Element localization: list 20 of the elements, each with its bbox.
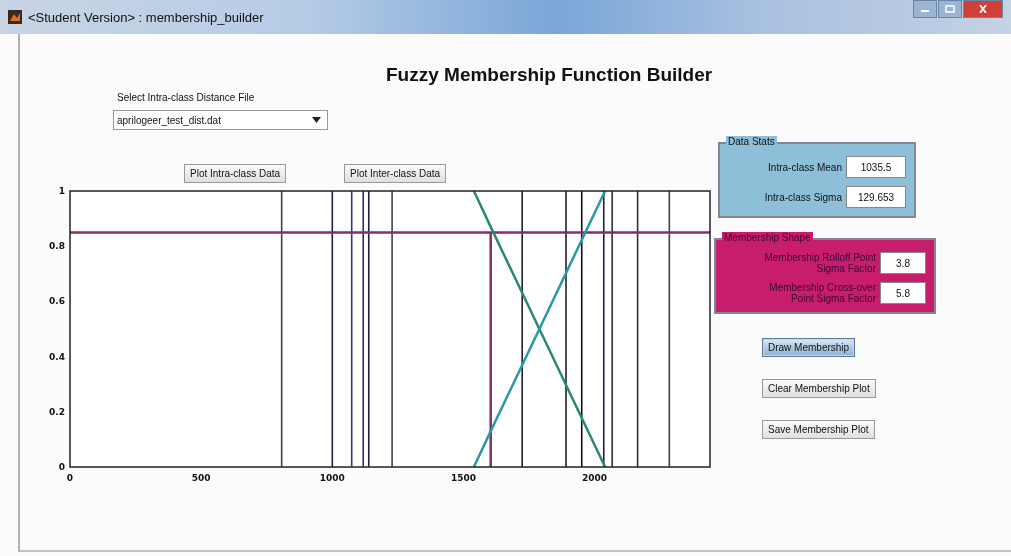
panel-title: Membership Shape bbox=[722, 232, 813, 243]
y-tick-label: 0.8 bbox=[49, 241, 65, 252]
y-tick-label: 1 bbox=[58, 186, 65, 196]
y-tick-label: 0 bbox=[58, 462, 65, 472]
x-tick-label: 500 bbox=[191, 473, 211, 483]
field-label: Membership Rolloff Point Sigma Factor bbox=[763, 252, 876, 274]
x-tick-label: 2000 bbox=[582, 473, 608, 483]
panel-title: Data Stats bbox=[726, 136, 777, 147]
y-tick-label: 0.6 bbox=[49, 296, 65, 307]
x-tick-label: 0 bbox=[66, 473, 74, 483]
window-title: <Student Version> : membership_builder bbox=[28, 9, 264, 25]
y-tick-label: 0.2 bbox=[49, 406, 65, 417]
field-label: Membership Cross-over Point Sigma Factor bbox=[768, 282, 876, 304]
x-tick-label: 1000 bbox=[319, 473, 345, 483]
heading: Fuzzy Membership Function Builder bbox=[385, 63, 714, 86]
field-label: Intra-class Mean bbox=[768, 161, 842, 173]
x-tick-label: 1500 bbox=[450, 473, 476, 483]
file-select-label: Select Intra-class Distance File bbox=[117, 92, 256, 103]
y-tick-label: 0.4 bbox=[49, 351, 65, 362]
field-label: Intra-class Sigma bbox=[764, 191, 842, 203]
